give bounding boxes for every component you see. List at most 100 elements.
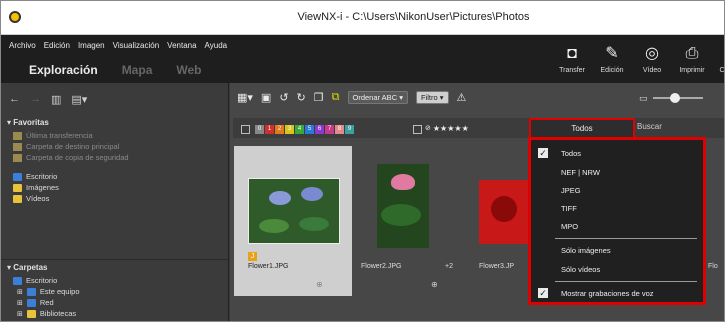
- favorite-item[interactable]: Carpeta de copia de seguridad: [13, 152, 129, 163]
- expand-icon[interactable]: ⊞: [17, 288, 23, 296]
- check-icon[interactable]: ✓: [538, 288, 548, 298]
- folder-icon: [13, 153, 22, 162]
- tab-buscar[interactable]: Buscar: [637, 122, 662, 131]
- tab-web[interactable]: Web: [176, 63, 201, 77]
- print-icon: ⎙: [685, 45, 699, 62]
- print-button[interactable]: ⎙ Imprimir: [677, 45, 707, 74]
- grid-view-icon[interactable]: ▦▾: [237, 91, 253, 104]
- menu-item-mpo[interactable]: MPO: [561, 222, 578, 231]
- menu-item-todos[interactable]: Todos: [561, 149, 581, 158]
- folder-tree-item[interactable]: ⊞ Bibliotecas: [17, 308, 80, 319]
- filter-button[interactable]: Filtro ▾: [415, 91, 449, 104]
- warning-icon[interactable]: ⚠: [457, 91, 467, 104]
- menu-item-tiff[interactable]: TIFF: [561, 204, 577, 213]
- menu-ayuda[interactable]: Ayuda: [205, 41, 228, 53]
- label-0[interactable]: 0: [255, 125, 264, 134]
- favorite-item[interactable]: Escritorio: [13, 171, 129, 182]
- transfer-button[interactable]: ◘ Transfer: [557, 45, 587, 74]
- label-8[interactable]: 8: [335, 125, 344, 134]
- more-button[interactable]: Co: [717, 45, 724, 74]
- desktop-folder-icon: [13, 172, 22, 181]
- network-icon: [26, 298, 36, 307]
- tab-mapa[interactable]: Mapa: [122, 63, 153, 77]
- thumbnail-image: [377, 164, 429, 248]
- folders-header[interactable]: ▾ Carpetas: [7, 263, 80, 272]
- label-7[interactable]: 7: [325, 125, 334, 134]
- label-9[interactable]: 9: [345, 125, 354, 134]
- color-labels: 0 1 2 3 4 5 6 7 8 9: [255, 125, 354, 134]
- menu-ventana[interactable]: Ventana: [167, 41, 196, 53]
- label-1[interactable]: 1: [265, 125, 274, 134]
- app-window: ViewNX-i - C:\Users\NikonUser\Pictures\P…: [0, 0, 725, 322]
- label-filter-checkbox[interactable]: [241, 125, 250, 134]
- rotate-right-icon[interactable]: ↻: [297, 91, 306, 104]
- label-6[interactable]: 6: [315, 125, 324, 134]
- favorites-section: ▾ Favoritas Última transferencia Carpeta…: [7, 118, 129, 204]
- menu-visualizacion[interactable]: Visualización: [113, 41, 160, 53]
- folder-tree-item[interactable]: ⊞ Este equipo: [17, 286, 80, 297]
- folder-options-icon[interactable]: ▤▾: [71, 93, 87, 106]
- navigation-row: ← → ▥ ▤▾: [9, 93, 87, 106]
- thumbnail-card[interactable]: J Flower1.JPG ⊕: [234, 146, 352, 296]
- favorite-item[interactable]: Vídeos: [13, 193, 129, 204]
- rating-filter[interactable]: ⊘ ★★★★★: [425, 124, 469, 133]
- more-icon: [717, 45, 724, 63]
- folder-up-icon[interactable]: ▥: [51, 93, 61, 106]
- menu-item-jpeg[interactable]: JPEG: [561, 186, 581, 195]
- menu-item-solo-videos[interactable]: Sólo vídeos: [561, 265, 600, 274]
- menu-archivo[interactable]: Archivo: [9, 41, 36, 53]
- thumbnail-filename: Flo: [708, 263, 718, 270]
- rotate-left-icon[interactable]: ↺: [279, 91, 288, 104]
- thumbnail-filename: Flower1.JPG: [248, 263, 289, 270]
- filter-dropdown-menu: ✓ Todos NEF | NRW JPEG TIFF MPO Sólo imá…: [528, 137, 706, 305]
- tool-buttons: ◘ Transfer ✎ Edición ◎ Vídeo ⎙ Imprimir …: [557, 45, 724, 74]
- back-arrow-icon[interactable]: ←: [9, 93, 20, 106]
- check-icon[interactable]: ✓: [538, 148, 548, 158]
- expand-icon[interactable]: ⊞: [17, 299, 23, 307]
- label-5[interactable]: 5: [305, 125, 314, 134]
- label-3[interactable]: 3: [285, 125, 294, 134]
- tab-exploracion[interactable]: Exploración: [29, 63, 98, 77]
- menu-item-mostrar-grabaciones[interactable]: Mostrar grabaciones de voz: [561, 289, 654, 298]
- pictures-folder-icon: [13, 183, 22, 192]
- location-icon: ⊕: [431, 280, 438, 289]
- favorite-item[interactable]: Carpeta de destino principal: [13, 141, 129, 152]
- favorite-item[interactable]: Última transferencia: [13, 130, 129, 141]
- menu-imagen[interactable]: Imagen: [78, 41, 105, 53]
- label-2[interactable]: 2: [275, 125, 284, 134]
- label-4[interactable]: 4: [295, 125, 304, 134]
- thumbnail-card[interactable]: Flower2.JPG +2 ⊕: [359, 146, 479, 296]
- divider: [1, 259, 229, 260]
- location-icon: ⊕: [316, 280, 323, 289]
- menu-separator: [555, 238, 697, 239]
- tab-todos[interactable]: Todos: [529, 118, 635, 138]
- menu-edicion[interactable]: Edición: [44, 41, 70, 53]
- zoom-out-icon[interactable]: ▭: [639, 93, 648, 104]
- single-view-icon[interactable]: ▣: [261, 91, 271, 104]
- zoom-slider-handle[interactable]: [670, 93, 680, 103]
- tag-icon[interactable]: ⧉: [332, 91, 340, 104]
- title-bar: ViewNX-i - C:\Users\NikonUser\Pictures\P…: [1, 1, 724, 35]
- libraries-icon: [26, 309, 36, 318]
- copy-icon[interactable]: ❐: [314, 91, 324, 104]
- folder-tree-item[interactable]: ⊞ Red: [17, 297, 80, 308]
- computer-icon: [26, 287, 36, 296]
- menu-item-solo-imagenes[interactable]: Sólo imágenes: [561, 246, 611, 255]
- video-button[interactable]: ◎ Vídeo: [637, 45, 667, 74]
- sort-button[interactable]: Ordenar ABC ▾: [347, 91, 408, 104]
- folder-tree-item[interactable]: Escritorio: [13, 275, 80, 286]
- folder-icon: [13, 131, 22, 140]
- forward-arrow-icon[interactable]: →: [30, 93, 41, 106]
- thumbnail-card[interactable]: Flower3.JP: [479, 146, 529, 296]
- favorite-item[interactable]: Imágenes: [13, 182, 129, 193]
- expand-icon[interactable]: ⊞: [17, 310, 23, 318]
- window-title: ViewNX-i - C:\Users\NikonUser\Pictures\P…: [297, 11, 530, 23]
- thumbnail-image: [248, 178, 340, 244]
- favorites-header[interactable]: ▾ Favoritas: [7, 118, 129, 127]
- thumbnail-filename: Flower3.JP: [479, 263, 515, 270]
- menu-item-nef-nrw[interactable]: NEF | NRW: [561, 168, 600, 177]
- edit-button[interactable]: ✎ Edición: [597, 45, 627, 74]
- video-icon: ◎: [645, 45, 659, 62]
- thumbnail-image: [479, 180, 529, 244]
- rating-filter-checkbox[interactable]: [413, 125, 422, 134]
